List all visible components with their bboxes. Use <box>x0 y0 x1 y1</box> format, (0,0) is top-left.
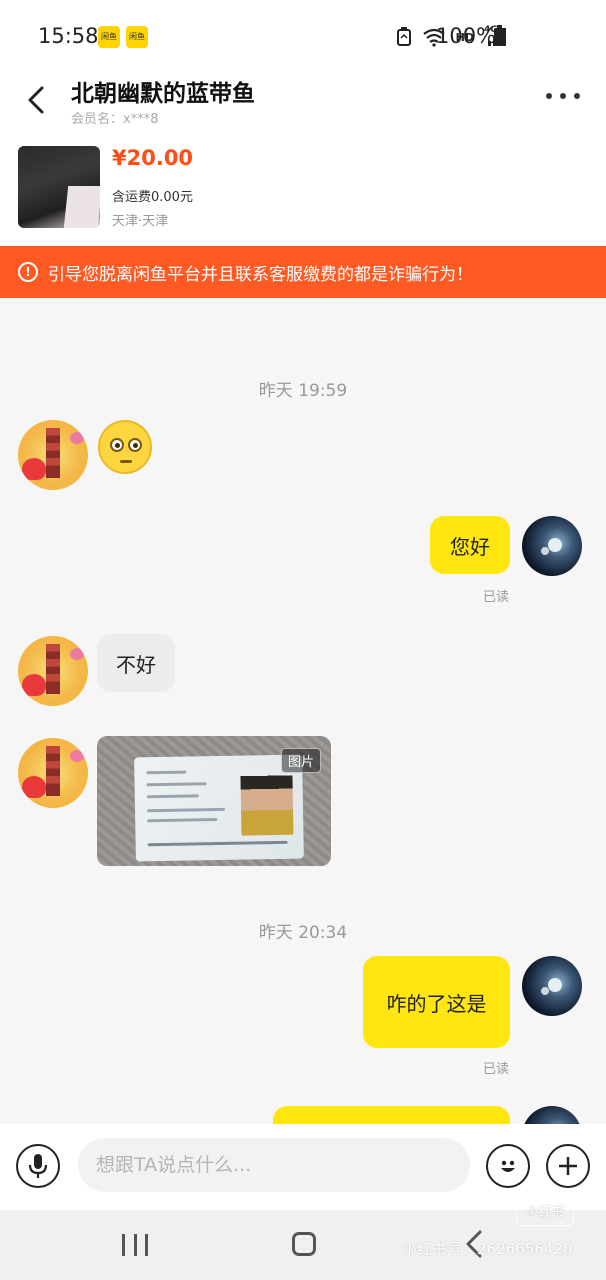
status-time: 15:58 <box>38 24 99 48</box>
battery-percent: 100% <box>436 24 497 48</box>
id-card-photo <box>134 754 304 862</box>
xianyu-notification-icon-2: 闲鱼 <box>126 26 148 48</box>
image-message[interactable]: 图片 <box>97 736 331 866</box>
product-price: ¥20.00 <box>112 146 194 170</box>
more-actions-button[interactable] <box>546 1144 590 1188</box>
product-thumbnail[interactable] <box>18 146 100 228</box>
member-id: 会员名：x***8 <box>71 112 159 127</box>
status-bar: 15:58 闲鱼 闲鱼 HD 4G 100% <box>0 0 606 72</box>
my-avatar[interactable] <box>522 516 582 576</box>
product-location: 天津·天津 <box>112 214 169 229</box>
watermark-logo: 小红书 <box>516 1200 574 1226</box>
system-nav-bar: 小红书 小红书号：2626656420 <box>0 1200 606 1280</box>
back-button[interactable] <box>18 78 54 118</box>
message-input[interactable] <box>78 1138 470 1192</box>
product-card[interactable]: ¥20.00 含运费0.00元 天津·天津 <box>0 134 606 246</box>
fraud-warning-banner: ! 引导您脱离闲鱼平台并且联系客服缴费的都是诈骗行为！ <box>0 246 606 298</box>
alarm-icon <box>396 27 411 46</box>
received-message[interactable]: 不好 <box>97 634 175 692</box>
timestamp: 昨天 19:59 <box>258 381 348 401</box>
read-receipt: 已读 <box>483 1062 510 1077</box>
product-shipping: 含运费0.00元 <box>112 190 193 205</box>
chevron-left-icon <box>28 86 44 114</box>
home-button[interactable] <box>292 1232 316 1256</box>
sent-message[interactable]: 您好 <box>430 516 510 574</box>
xianyu-notification-icon: 闲鱼 <box>98 26 120 48</box>
warning-icon: ! <box>18 262 38 282</box>
dot-icon <box>546 93 552 99</box>
watermark-text: 小红书号：2626656420 <box>402 1240 573 1258</box>
sent-message[interactable]: 咋的了这是 <box>363 956 510 1048</box>
microphone-icon <box>28 1154 48 1178</box>
chat-header: 北朝幽默的蓝带鱼 会员名：x***8 <box>0 72 606 134</box>
contact-name: 北朝幽默的蓝带鱼 <box>71 81 255 107</box>
contact-avatar[interactable] <box>18 420 88 490</box>
emoji-sticker <box>98 420 152 474</box>
smiley-icon <box>501 1160 515 1172</box>
my-avatar[interactable] <box>522 956 582 1016</box>
image-tag: 图片 <box>280 748 321 773</box>
plus-icon <box>559 1157 577 1175</box>
sent-message-partial[interactable] <box>273 1106 510 1124</box>
dot-icon <box>574 93 580 99</box>
chat-area[interactable]: 昨天 19:59 您好 已读 不好 图片 昨天 20:34 咋的了这是 已读 <box>0 298 606 1124</box>
timestamp: 昨天 20:34 <box>258 923 348 943</box>
contact-avatar[interactable] <box>18 738 88 808</box>
more-options-button[interactable] <box>546 90 580 102</box>
battery-icon <box>494 25 505 46</box>
contact-avatar[interactable] <box>18 636 88 706</box>
my-avatar[interactable] <box>522 1106 582 1124</box>
dot-icon <box>560 93 566 99</box>
voice-button[interactable] <box>16 1144 60 1188</box>
recent-apps-button[interactable] <box>122 1234 148 1256</box>
read-receipt: 已读 <box>483 590 510 605</box>
warning-text: 引导您脱离闲鱼平台并且联系客服缴费的都是诈骗行为！ <box>48 264 473 285</box>
emoji-button[interactable] <box>486 1144 530 1188</box>
input-bar <box>0 1124 606 1210</box>
